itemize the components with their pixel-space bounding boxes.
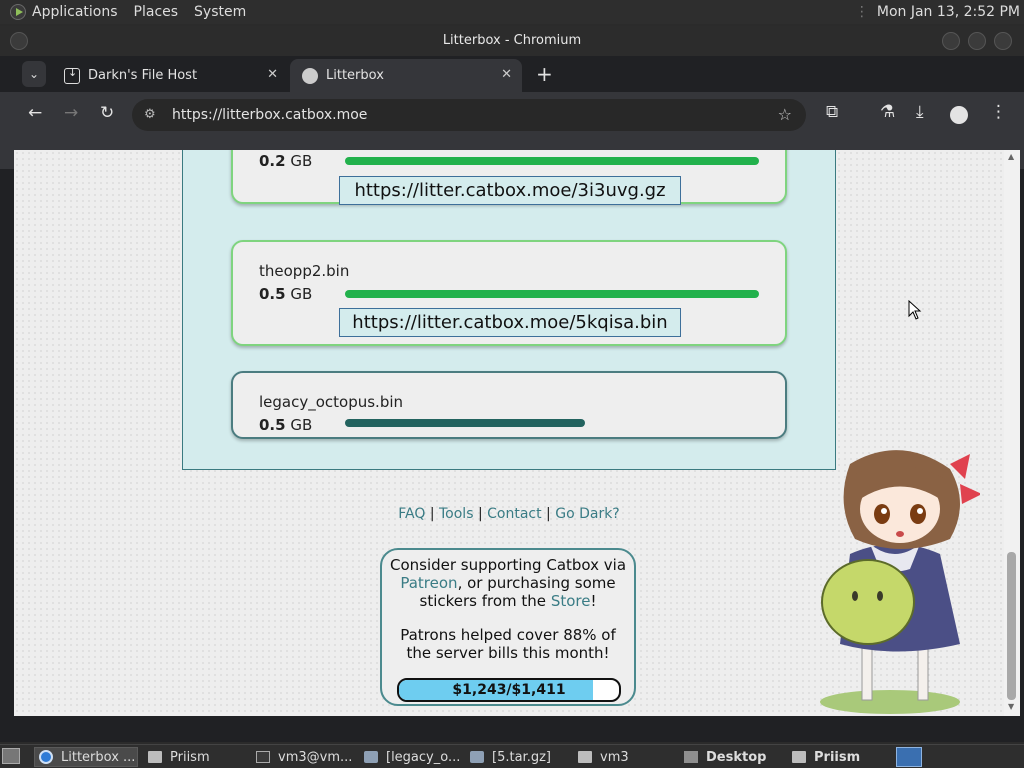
file-size: 0.2 GB — [259, 152, 313, 170]
applications-icon[interactable] — [10, 4, 26, 20]
new-tab-button[interactable]: + — [536, 62, 553, 86]
top-panel: Applications Places System ⋮ Mon Jan 13,… — [0, 0, 1024, 24]
tab-title: Litterbox — [326, 68, 384, 83]
folder-icon — [148, 751, 162, 763]
taskbar-item-priism-2[interactable]: Priism — [788, 747, 888, 767]
page-scrollbar[interactable]: ▲ ▼ — [1004, 150, 1020, 716]
upload-progress-bar — [345, 290, 759, 298]
panel-separator-icon: ⋮ — [854, 4, 869, 20]
taskbar-item-legacy-archive[interactable]: [legacy_o... — [360, 747, 462, 767]
file-link[interactable]: https://litter.catbox.moe/3i3uvg.gz — [339, 176, 681, 205]
clock-text: Mon Jan 13, 2:52 PM — [876, 4, 1020, 20]
go-dark-link[interactable]: Go Dark? — [555, 506, 620, 522]
link-separator: | — [541, 506, 556, 522]
site-info-icon[interactable]: ⚙ — [144, 99, 156, 131]
contact-link[interactable]: Contact — [487, 506, 541, 522]
clock[interactable]: ⋮ Mon Jan 13, 2:52 PM — [855, 0, 1020, 24]
upload-progress-bar — [345, 157, 759, 165]
bookmark-star-icon[interactable]: ☆ — [778, 99, 792, 131]
downloads-icon[interactable]: ⤓ — [916, 102, 924, 122]
taskbar-item-terminal[interactable]: vm3@vm... — [252, 747, 354, 767]
store-link[interactable]: Store — [551, 592, 591, 610]
taskbar-item-litterbox[interactable]: Litterbox ... — [34, 747, 138, 767]
folder-icon — [578, 751, 592, 763]
upload-card: theopp2.bin 0.5 GB https://litter.catbox… — [231, 240, 787, 346]
upload-card: legacy_octopus.bin 0.5 GB — [231, 371, 787, 439]
toolbar: ← → ↻ ⚙ https://litterbox.catbox.moe ☆ ⧉… — [0, 92, 1024, 138]
menu-places[interactable]: Places — [134, 4, 179, 20]
window-titlebar[interactable]: Litterbox - Chromium — [0, 26, 1024, 56]
minimize-icon[interactable] — [942, 32, 960, 50]
file-name: legacy_octopus.bin — [259, 393, 404, 411]
close-tab-icon[interactable]: ✕ — [501, 67, 512, 82]
support-text: Consider supporting Catbox via Patreon, … — [389, 556, 627, 610]
labs-icon[interactable]: ⚗ — [880, 102, 895, 122]
link-separator: | — [473, 506, 488, 522]
scroll-up-icon[interactable]: ▲ — [1008, 152, 1014, 161]
reload-icon[interactable]: ↻ — [100, 103, 114, 123]
window-title: Litterbox - Chromium — [442, 33, 582, 48]
back-icon[interactable]: ← — [28, 103, 42, 123]
download-icon — [64, 66, 80, 84]
chrome-icon — [39, 750, 53, 764]
window-menu-icon[interactable] — [10, 32, 28, 50]
link-separator: | — [425, 506, 439, 522]
uploads-panel: 0.2 GB https://litter.catbox.moe/3i3uvg.… — [182, 150, 836, 470]
file-link[interactable]: https://litter.catbox.moe/5kqisa.bin — [339, 308, 681, 337]
profile-icon[interactable] — [950, 106, 968, 129]
page-viewport: 0.2 GB https://litter.catbox.moe/3i3uvg.… — [14, 150, 1004, 716]
maximize-icon[interactable] — [968, 32, 986, 50]
menu-system[interactable]: System — [194, 4, 246, 20]
funding-goal-bar: $1,243/$1,411 — [397, 678, 621, 702]
scroll-down-icon[interactable]: ▼ — [1008, 702, 1014, 711]
forward-icon[interactable]: → — [64, 103, 78, 123]
taskbar-item-vm3[interactable]: vm3 — [574, 747, 674, 767]
support-box: Consider supporting Catbox via Patreon, … — [380, 548, 636, 706]
tab-bar: ⌄ Darkn's File Host ✕ Litterbox ✕ + — [0, 56, 1024, 92]
folder-icon — [684, 751, 698, 763]
workspace-switcher-icon[interactable] — [896, 747, 922, 767]
folder-icon — [792, 751, 806, 763]
catbox-mascot-image — [820, 450, 980, 714]
address-bar[interactable]: ⚙ https://litterbox.catbox.moe ☆ — [132, 99, 806, 131]
taskbar-item-priism[interactable]: Priism — [144, 747, 244, 767]
close-tab-icon[interactable]: ✕ — [267, 67, 278, 82]
funding-goal-text: $1,243/$1,411 — [452, 682, 566, 698]
close-window-icon[interactable] — [994, 32, 1012, 50]
mouse-cursor-icon — [908, 300, 922, 320]
scrollbar-thumb[interactable] — [1007, 552, 1016, 700]
taskbar: Litterbox ... Priism vm3@vm... [legacy_o… — [0, 744, 1024, 768]
tab-title: Darkn's File Host — [88, 68, 198, 83]
upload-card: 0.2 GB https://litter.catbox.moe/3i3uvg.… — [231, 150, 787, 205]
taskbar-item-desktop[interactable]: Desktop — [680, 747, 784, 767]
terminal-icon — [256, 751, 270, 763]
upload-progress-bar — [345, 419, 585, 427]
file-name: theopp2.bin — [259, 262, 350, 280]
patrons-text: Patrons helped cover 88% of the server b… — [400, 626, 616, 662]
file-size: 0.5 GB — [259, 285, 313, 303]
tab-darkns-file-host[interactable]: Darkn's File Host ✕ — [52, 59, 288, 92]
taskbar-item-tar-archive[interactable]: [5.tar.gz] — [466, 747, 570, 767]
tab-litterbox[interactable]: Litterbox ✕ — [290, 59, 522, 92]
archive-icon — [470, 751, 484, 763]
extensions-icon[interactable]: ⧉ — [826, 102, 838, 122]
panel-menu: Applications Places System — [0, 4, 262, 20]
tools-link[interactable]: Tools — [439, 506, 474, 522]
catbox-icon — [302, 67, 318, 84]
archive-icon — [364, 751, 378, 763]
url-text: https://litterbox.catbox.moe — [172, 107, 368, 123]
show-desktop-icon[interactable] — [2, 748, 20, 764]
patreon-link[interactable]: Patreon — [400, 574, 457, 592]
menu-kebab-icon[interactable]: ⋮ — [990, 102, 1007, 122]
menu-applications[interactable]: Applications — [32, 4, 118, 20]
tab-search-button[interactable]: ⌄ — [22, 61, 46, 87]
file-size: 0.5 GB — [259, 416, 313, 434]
faq-link[interactable]: FAQ — [398, 506, 425, 522]
